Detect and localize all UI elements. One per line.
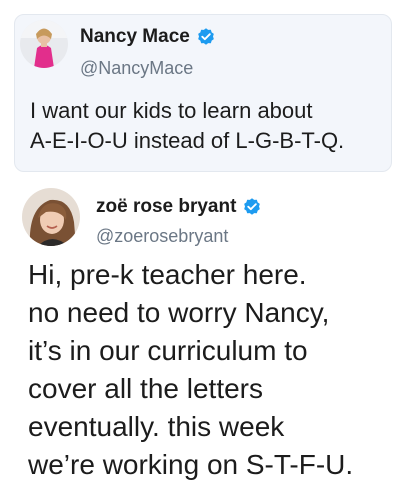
quoted-tweet-author: Nancy Mace — [80, 26, 216, 48]
tweet-screenshot: Nancy Mace @NancyMace I want our kids to… — [0, 0, 407, 491]
avatar-smiling-woman-icon — [22, 188, 80, 246]
reply-tweet-text: Hi, pre-k teacher here. no need to worry… — [28, 259, 354, 480]
reply-tweet-author: zoë rose bryant — [96, 196, 262, 218]
verified-badge-icon — [196, 27, 216, 47]
quoted-tweet-handle[interactable]: @NancyMace — [80, 58, 193, 79]
reply-tweet-handle[interactable]: @zoerosebryant — [96, 226, 228, 247]
reply-tweet-display-name[interactable]: zoë rose bryant — [96, 196, 236, 218]
quoted-tweet-display-name[interactable]: Nancy Mace — [80, 26, 190, 48]
nancy-mace-avatar[interactable] — [20, 20, 68, 68]
avatar-woman-pink-dress-icon — [20, 20, 68, 68]
verified-badge-icon — [242, 197, 262, 217]
zoe-rose-bryant-avatar[interactable] — [22, 188, 80, 246]
quoted-tweet-text: I want our kids to learn about A-E-I-O-U… — [30, 98, 345, 153]
